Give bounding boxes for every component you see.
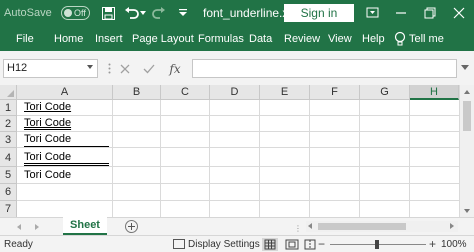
- sheet-tab-sheet[interactable]: Sheet: [63, 217, 107, 235]
- chevron-down-icon[interactable]: [87, 65, 93, 69]
- save-icon[interactable]: [99, 3, 117, 23]
- toggle-knob: [64, 9, 72, 17]
- tab-view[interactable]: View: [328, 33, 352, 45]
- tab-page-layout[interactable]: Page Layout: [132, 33, 194, 45]
- row-header-1[interactable]: 1: [0, 100, 17, 116]
- add-sheet-icon[interactable]: [125, 220, 138, 233]
- column-header-h[interactable]: H: [410, 85, 459, 100]
- page-break-view-icon[interactable]: [304, 238, 316, 251]
- expand-formula-bar-icon[interactable]: [461, 65, 469, 70]
- more-options-icon: [105, 59, 113, 78]
- tab-help[interactable]: Help: [362, 33, 385, 45]
- gridline: [17, 183, 459, 184]
- tab-file[interactable]: File: [16, 33, 34, 45]
- ribbon-tabs: File Home Insert Page Layout Formulas Da…: [0, 27, 474, 51]
- title-bar: AutoSave Off font_underline.x... Sign in: [0, 0, 474, 27]
- accounting-double-underline-top: [24, 163, 109, 164]
- previous-sheet-icon[interactable]: [17, 224, 21, 230]
- gridline: [17, 131, 459, 132]
- formula-input[interactable]: [192, 59, 457, 78]
- column-header-c[interactable]: C: [161, 85, 210, 100]
- tab-review[interactable]: Review: [284, 33, 320, 45]
- row-header-3[interactable]: 3: [0, 132, 17, 148]
- cell-a4[interactable]: Tori Code: [24, 151, 71, 163]
- cancel-icon[interactable]: [115, 59, 135, 78]
- page-layout-view-icon[interactable]: [284, 238, 300, 251]
- column-header-d[interactable]: D: [210, 85, 260, 100]
- horizontal-scroll-thumb[interactable]: [318, 223, 406, 230]
- row-header-5[interactable]: 5: [0, 167, 17, 184]
- row-header-2[interactable]: 2: [0, 116, 17, 132]
- zoom-level[interactable]: 100%: [441, 239, 467, 250]
- ribbon-display-icon[interactable]: [362, 3, 384, 23]
- cell-a1[interactable]: Tori Code: [24, 101, 71, 113]
- accounting-underline: [24, 146, 109, 147]
- name-box[interactable]: H12: [3, 59, 98, 78]
- gridline: [17, 200, 459, 201]
- minimize-icon[interactable]: [390, 3, 412, 23]
- autosave-label: AutoSave: [4, 7, 52, 19]
- sheet-tab-strip: Sheet ⋮: [0, 217, 474, 235]
- row-header-6[interactable]: 6: [0, 184, 17, 201]
- zoom-slider-thumb[interactable]: [375, 240, 379, 249]
- restore-icon[interactable]: [418, 3, 440, 23]
- column-header-e[interactable]: E: [260, 85, 310, 100]
- formula-bar: H12 fx: [0, 51, 474, 85]
- scroll-left-icon[interactable]: [308, 223, 312, 229]
- cell-area[interactable]: Tori Code Tori Code Tori Code Tori Code …: [17, 100, 459, 217]
- display-settings-button[interactable]: Display Settings: [188, 239, 260, 250]
- close-icon[interactable]: [448, 3, 470, 23]
- gridline: [17, 166, 459, 167]
- accounting-double-underline-bottom: [24, 165, 109, 166]
- tab-formulas[interactable]: Formulas: [198, 33, 244, 45]
- tab-data[interactable]: Data: [249, 33, 272, 45]
- lightbulb-icon[interactable]: [394, 31, 406, 47]
- column-header-a[interactable]: A: [17, 85, 113, 100]
- vertical-scrollbar[interactable]: [459, 85, 474, 217]
- gridline: [17, 115, 459, 116]
- select-all-button[interactable]: [0, 85, 17, 100]
- column-header-b[interactable]: B: [113, 85, 161, 100]
- scroll-up-icon[interactable]: [464, 90, 470, 94]
- sign-in-button[interactable]: Sign in: [284, 4, 354, 22]
- tab-split-handle[interactable]: ⋮: [294, 224, 303, 233]
- normal-view-icon[interactable]: [262, 238, 278, 251]
- customize-qat-icon[interactable]: [176, 3, 190, 23]
- zoom-out-button[interactable]: −: [318, 237, 325, 251]
- row-header-7[interactable]: 7: [0, 201, 17, 217]
- scroll-down-icon[interactable]: [464, 209, 470, 213]
- name-box-value: H12: [7, 62, 28, 74]
- worksheet-grid: A B C D E F G H 1 2 3 4 5 6 7 Tori Code …: [0, 85, 474, 217]
- tell-me-search[interactable]: Tell me: [409, 33, 444, 45]
- row-header-4[interactable]: 4: [0, 148, 17, 167]
- status-ready: Ready: [4, 239, 33, 250]
- scroll-right-icon[interactable]: [450, 223, 454, 229]
- autosave-toggle[interactable]: Off: [61, 6, 90, 20]
- zoom-in-button[interactable]: +: [429, 237, 436, 251]
- status-bar: Ready Display Settings − + 100%: [0, 235, 474, 252]
- gridline: [17, 147, 459, 148]
- horizontal-scrollbar[interactable]: [306, 221, 458, 232]
- display-settings-icon[interactable]: [173, 239, 185, 249]
- next-sheet-icon[interactable]: [35, 224, 39, 230]
- insert-function-icon[interactable]: fx: [165, 59, 185, 78]
- redo-icon[interactable]: [150, 3, 168, 23]
- undo-dropdown-icon[interactable]: [138, 3, 148, 23]
- cell-a5[interactable]: Tori Code: [24, 169, 71, 181]
- formula-actions: fx: [103, 59, 187, 78]
- column-header-g[interactable]: G: [360, 85, 410, 100]
- enter-icon[interactable]: [139, 59, 159, 78]
- cell-a3[interactable]: Tori Code: [24, 133, 71, 145]
- select-all-triangle-icon: [7, 90, 14, 97]
- tab-insert[interactable]: Insert: [95, 33, 123, 45]
- scrollbar-thumb[interactable]: [463, 101, 471, 131]
- column-header-f[interactable]: F: [310, 85, 360, 100]
- tab-home[interactable]: Home: [54, 33, 83, 45]
- cell-a2[interactable]: Tori Code: [24, 117, 71, 129]
- autosave-state: Off: [74, 8, 86, 18]
